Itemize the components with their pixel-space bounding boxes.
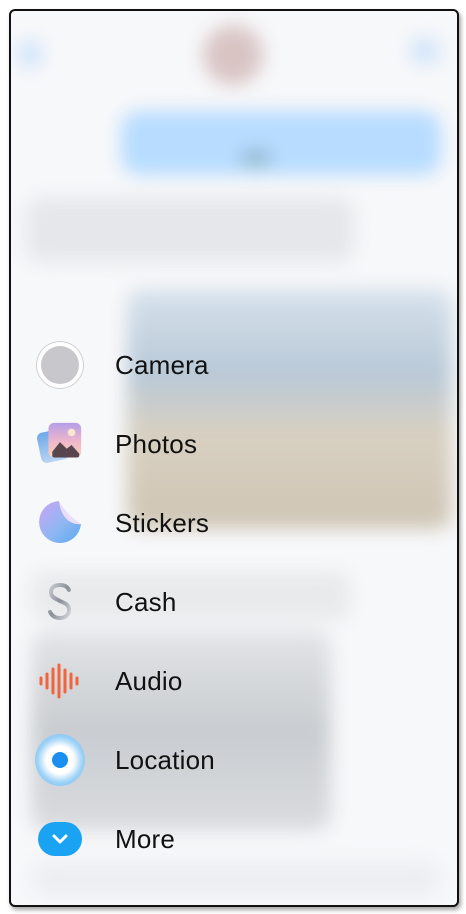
menu-item-label: Camera bbox=[115, 350, 209, 380]
app-window: Camera Photos Stickers Cash Audio Locati… bbox=[9, 9, 459, 907]
menu-item-label: Cash bbox=[115, 587, 177, 617]
sent-message-bubble bbox=[121, 111, 441, 175]
contact-avatar bbox=[203, 25, 263, 85]
video-call-icon bbox=[411, 39, 439, 63]
menu-item-label: Audio bbox=[115, 666, 183, 696]
menu-item-camera[interactable]: Camera bbox=[11, 330, 431, 400]
sent-message-content bbox=[241, 151, 271, 165]
menu-item-stickers[interactable]: Stickers bbox=[11, 488, 431, 558]
menu-item-label: Stickers bbox=[115, 508, 210, 538]
stickers-icon bbox=[35, 498, 85, 548]
received-message-bubble bbox=[25, 197, 355, 263]
menu-item-more[interactable]: More bbox=[11, 804, 431, 874]
menu-item-label: Location bbox=[115, 745, 215, 775]
camera-icon bbox=[35, 340, 85, 390]
more-icon bbox=[35, 814, 85, 864]
audio-waveform-icon bbox=[35, 656, 85, 706]
menu-item-label: More bbox=[115, 824, 176, 854]
chevron-down-icon bbox=[52, 834, 68, 844]
photos-icon bbox=[35, 419, 85, 469]
menu-item-location[interactable]: Location bbox=[11, 725, 431, 795]
dollar-sign-icon bbox=[35, 577, 85, 627]
menu-item-cash[interactable]: Cash bbox=[11, 567, 431, 637]
menu-item-label: Photos bbox=[115, 429, 198, 459]
back-button bbox=[19, 41, 41, 67]
menu-item-photos[interactable]: Photos bbox=[11, 409, 431, 479]
menu-item-audio[interactable]: Audio bbox=[11, 646, 431, 716]
location-icon bbox=[35, 734, 85, 786]
